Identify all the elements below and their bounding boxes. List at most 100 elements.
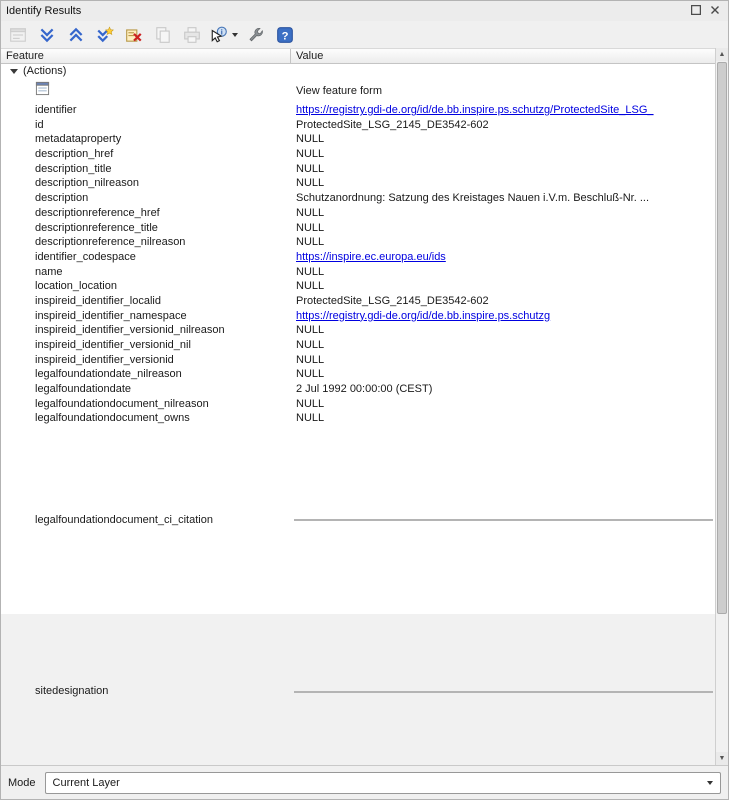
scroll-up-arrow-icon[interactable]: ▲: [701, 520, 712, 521]
table-row[interactable]: sitedesignation{ "ps:DesignationType": {…: [1, 614, 715, 765]
table-row[interactable]: metadatapropertyNULL: [1, 132, 715, 147]
copy-feature-icon: [154, 26, 172, 44]
value-cell: NULL: [291, 162, 715, 177]
feature-cell: location_location: [1, 279, 291, 294]
table-row[interactable]: inspireid_identifier_localid ProtectedSit…: [1, 294, 715, 309]
expand-new-results-icon: [96, 26, 114, 44]
close-button[interactable]: [707, 3, 723, 19]
table-row[interactable]: identifier https://registry.gdi-de.org/id…: [1, 103, 715, 118]
actions-group-row[interactable]: (Actions): [1, 64, 715, 79]
feature-name: location_location: [35, 280, 117, 292]
settings-button[interactable]: [244, 23, 268, 46]
table-row[interactable]: legalfoundationdocument_ci_citation { "gm…: [1, 426, 715, 614]
value-text: NULL: [296, 412, 324, 424]
collapse-tree-button[interactable]: [64, 23, 88, 46]
table-row[interactable]: legalfoundationdocument_nilreasonNULL: [1, 397, 715, 412]
column-header-feature[interactable]: Feature: [1, 49, 291, 63]
value-cell: Schutzanordnung: Satzung des Kreistages …: [291, 191, 715, 206]
scroll-up-arrow-icon[interactable]: ▲: [701, 692, 712, 693]
table-row[interactable]: description_titleNULL: [1, 162, 715, 177]
value-cell: NULL: [291, 221, 715, 236]
table-row[interactable]: inspireid_identifier_versionidNULL: [1, 353, 715, 368]
json-code-view[interactable]: { "gmd:date": { "gmd:CI_Date": { "gmd:da…: [294, 519, 713, 521]
value-cell: NULL: [291, 235, 715, 250]
feature-cell: inspireid_identifier_versionid_nil: [1, 338, 291, 353]
scroll-down-arrow-icon[interactable]: ▼: [701, 691, 712, 692]
value-text: NULL: [296, 324, 324, 336]
table-row[interactable]: legalfoundationdate_nilreasonNULL: [1, 367, 715, 382]
mode-select[interactable]: Current Layer: [45, 772, 721, 794]
actions-group-text: (Actions): [23, 65, 66, 77]
copy-feature-button: [151, 23, 175, 46]
table-row[interactable]: idProtectedSite_LSG_2145_DE3542-602: [1, 118, 715, 133]
json-code-view[interactable]: { "ps:DesignationType": { "ps:designatio…: [294, 691, 713, 693]
value-link[interactable]: https://registry.gdi-de.org/id/de.bb.ins…: [296, 104, 654, 116]
feature-name: identifier: [35, 104, 77, 116]
view-feature-form-label[interactable]: View feature form: [296, 85, 382, 97]
table-row[interactable]: description_nilreasonNULL: [1, 176, 715, 191]
table-row[interactable]: descriptionSchutzanordnung: Satzung des …: [1, 191, 715, 206]
feature-cell: inspireid_identifier_localid: [1, 294, 291, 309]
view-feature-form-row[interactable]: View feature form: [1, 79, 715, 103]
scroll-up-arrow-icon[interactable]: ▲: [716, 48, 728, 61]
expand-new-results-button[interactable]: [93, 23, 117, 46]
value-text: NULL: [296, 266, 324, 278]
table-row[interactable]: location_location NULL: [1, 279, 715, 294]
expanded-branch-icon[interactable]: [10, 69, 18, 74]
expand-tree-icon: [38, 26, 56, 44]
expand-tree-button[interactable]: [35, 23, 59, 46]
vertical-scrollbar[interactable]: ▲ ▼: [715, 48, 728, 765]
identify-tool-button[interactable]: i: [209, 23, 239, 46]
value-text: NULL: [296, 280, 324, 292]
float-window-button[interactable]: [688, 3, 704, 19]
scrollbar-thumb[interactable]: [717, 62, 727, 614]
table-row[interactable]: legalfoundationdate2 Jul 1992 00:00:00 (…: [1, 382, 715, 397]
clear-results-button[interactable]: [122, 23, 146, 46]
scroll-down-arrow-icon[interactable]: ▼: [716, 752, 728, 765]
table-row[interactable]: descriptionreference_nilreasonNULL: [1, 235, 715, 250]
feature-name: legalfoundationdocument_ci_citation: [35, 513, 213, 528]
form-icon[interactable]: [35, 81, 50, 101]
value-cell: NULL: [291, 265, 715, 280]
table-row[interactable]: nameNULL: [1, 265, 715, 280]
feature-name: inspireid_identifier_versionid_nil: [35, 339, 191, 351]
column-header-value[interactable]: Value: [291, 49, 715, 63]
feature-name: inspireid_identifier_versionid_nilreason: [35, 324, 225, 336]
table-row[interactable]: legalfoundationdocument_ownsNULL: [1, 411, 715, 426]
value-cell: NULL: [291, 367, 715, 382]
feature-cell: inspireid_identifier_versionid_nilreason: [1, 323, 291, 338]
feature-cell: inspireid_identifier_namespace: [1, 309, 291, 324]
toolbar: i?: [1, 21, 728, 48]
table-row[interactable]: inspireid_identifier_versionid_nilreason…: [1, 323, 715, 338]
value-cell: ProtectedSite_LSG_2145_DE3542-602: [291, 294, 715, 309]
scroll-down-arrow-icon[interactable]: ▼: [701, 519, 712, 520]
value-link[interactable]: https://inspire.ec.europa.eu/ids: [296, 251, 446, 263]
results-table: Feature Value (Actions) View feature form…: [1, 48, 728, 765]
close-icon: [708, 3, 722, 20]
table-row[interactable]: inspireid_identifier_versionid_nilNULL: [1, 338, 715, 353]
table-row[interactable]: descriptionreference_titleNULL: [1, 221, 715, 236]
table-row[interactable]: identifier_codespacehttps://inspire.ec.e…: [1, 250, 715, 265]
svg-text:i: i: [221, 27, 223, 36]
table-row[interactable]: inspireid_identifier_namespace https://re…: [1, 309, 715, 324]
help-button[interactable]: ?: [273, 23, 297, 46]
form-view-button: [6, 23, 30, 46]
value-link[interactable]: https://registry.gdi-de.org/id/de.bb.ins…: [296, 310, 550, 322]
value-text: NULL: [296, 236, 324, 248]
value-cell: NULL: [291, 411, 715, 426]
float-window-icon: [689, 3, 703, 20]
value-text: ProtectedSite_LSG_2145_DE3542-602: [296, 295, 489, 307]
table-row[interactable]: description_hrefNULL: [1, 147, 715, 162]
table-row[interactable]: descriptionreference_hrefNULL: [1, 206, 715, 221]
value-cell: https://inspire.ec.europa.eu/ids: [291, 250, 715, 265]
form-view-icon: [9, 26, 27, 44]
value-cell: https://registry.gdi-de.org/id/de.bb.ins…: [291, 103, 715, 118]
feature-cell: inspireid_identifier_versionid: [1, 353, 291, 368]
value-text: ProtectedSite_LSG_2145_DE3542-602: [296, 119, 489, 131]
feature-cell: descriptionreference_title: [1, 221, 291, 236]
value-cell: NULL: [291, 353, 715, 368]
value-text: NULL: [296, 368, 324, 380]
value-text: Schutzanordnung: Satzung des Kreistages …: [296, 192, 649, 204]
identify-tool-icon: i: [210, 26, 228, 44]
mode-select-value: Current Layer: [53, 777, 120, 789]
